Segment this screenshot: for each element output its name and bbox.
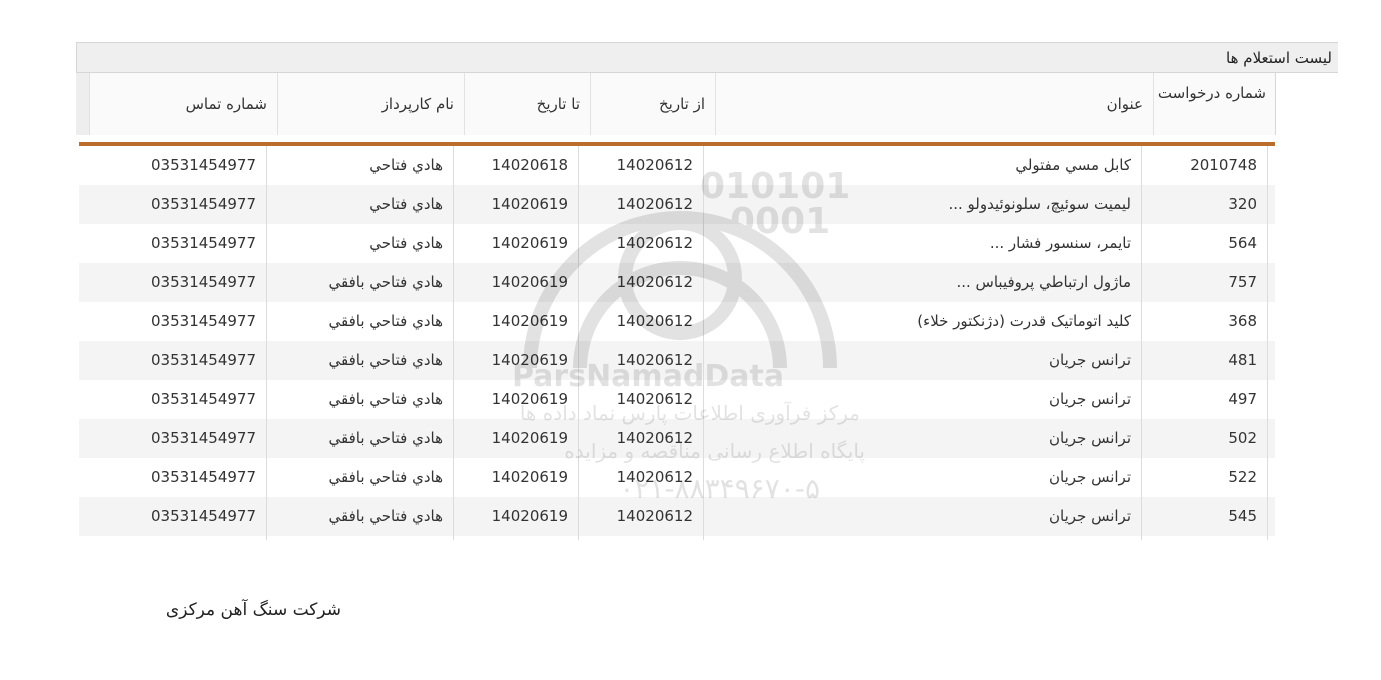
cell-request-no: 368 <box>1228 312 1257 330</box>
table-header: شماره تماس نام کارپرداز تا تاريخ از تاري… <box>76 73 1276 135</box>
cell-from-date: 14020612 <box>616 273 693 291</box>
cell-to-date: 14020618 <box>491 156 568 174</box>
column-divider <box>578 146 579 540</box>
cell-title: ترانس جريان <box>1049 429 1131 447</box>
column-divider <box>453 146 454 540</box>
cell-from-date: 14020612 <box>616 390 693 408</box>
cell-title: ترانس جريان <box>1049 507 1131 525</box>
cell-agent: هادي فتاحي بافقي <box>328 507 444 525</box>
cell-title: ترانس جريان <box>1049 351 1131 369</box>
cell-from-date: 14020612 <box>616 234 693 252</box>
cell-to-date: 14020619 <box>491 234 568 252</box>
cell-from-date: 14020612 <box>616 429 693 447</box>
table-body: 03531454977 هادي فتاحي 14020618 14020612 كاب… <box>79 146 1275 536</box>
panel-header: ليست استعلام ها <box>76 42 1338 73</box>
cell-agent: هادي فتاحي بافقي <box>328 312 444 330</box>
cell-to-date: 14020619 <box>491 390 568 408</box>
header-agent[interactable]: نام کارپرداز <box>277 73 464 135</box>
cell-request-no: 2010748 <box>1190 156 1257 174</box>
cell-from-date: 14020612 <box>616 468 693 486</box>
cell-title: كليد اتوماتيک قدرت (دژنكتور خلاء) <box>917 312 1131 330</box>
cell-title: ماژول ارتباطي پروفيباس ... <box>956 273 1131 291</box>
cell-contact: 03531454977 <box>151 468 256 486</box>
table-row[interactable]: 03531454977 هادي فتاحي 14020619 14020612 تاي… <box>79 224 1275 263</box>
cell-from-date: 14020612 <box>616 312 693 330</box>
cell-from-date: 14020612 <box>616 156 693 174</box>
table-row[interactable]: 03531454977 هادي فتاحي 14020618 14020612 كاب… <box>79 146 1275 185</box>
table-row[interactable]: 03531454977 هادي فتاحي بافقي 14020619 14020… <box>79 458 1275 497</box>
table-row[interactable]: 03531454977 هادي فتاحي بافقي 14020619 14020… <box>79 419 1275 458</box>
cell-from-date: 14020612 <box>616 351 693 369</box>
cell-contact: 03531454977 <box>151 312 256 330</box>
company-name: شرکت سنگ آهن مرکزی <box>165 600 341 620</box>
column-divider <box>703 146 704 540</box>
cell-contact: 03531454977 <box>151 156 256 174</box>
cell-contact: 03531454977 <box>151 429 256 447</box>
table-row[interactable]: 03531454977 هادي فتاحي بافقي 14020619 14020… <box>79 302 1275 341</box>
cell-agent: هادي فتاحي بافقي <box>328 273 444 291</box>
header-contact[interactable]: شماره تماس <box>89 73 277 135</box>
cell-request-no: 481 <box>1228 351 1257 369</box>
cell-agent: هادي فتاحي بافقي <box>328 429 444 447</box>
cell-to-date: 14020619 <box>491 429 568 447</box>
cell-request-no: 545 <box>1228 507 1257 525</box>
table-row[interactable]: 03531454977 هادي فتاحي بافقي 14020619 14020… <box>79 341 1275 380</box>
cell-contact: 03531454977 <box>151 234 256 252</box>
table-row[interactable]: 03531454977 هادي فتاحي بافقي 14020619 14020… <box>79 263 1275 302</box>
cell-agent: هادي فتاحي <box>369 156 443 174</box>
cell-contact: 03531454977 <box>151 273 256 291</box>
column-divider <box>1267 146 1268 540</box>
header-scroll-stub <box>76 73 89 135</box>
cell-request-no: 502 <box>1228 429 1257 447</box>
cell-title: تايمر، سنسور فشار ... <box>989 234 1131 252</box>
cell-title: كابل مسي مفتولي <box>1015 156 1131 174</box>
header-from-date[interactable]: از تاريخ <box>590 73 715 135</box>
cell-request-no: 564 <box>1228 234 1257 252</box>
cell-agent: هادي فتاحي <box>369 234 443 252</box>
cell-title: ترانس جريان <box>1049 390 1131 408</box>
cell-title: ترانس جريان <box>1049 468 1131 486</box>
cell-to-date: 14020619 <box>491 195 568 213</box>
header-to-date[interactable]: تا تاريخ <box>464 73 590 135</box>
cell-agent: هادي فتاحي بافقي <box>328 468 444 486</box>
table-row[interactable]: 03531454977 هادي فتاحي بافقي 14020619 14020… <box>79 380 1275 419</box>
header-title[interactable]: عنوان <box>715 73 1153 135</box>
cell-agent: هادي فتاحي بافقي <box>328 351 444 369</box>
cell-agent: هادي فتاحي بافقي <box>328 390 444 408</box>
column-divider <box>1141 146 1142 540</box>
header-request-no[interactable]: شماره درخواست <box>1153 73 1276 135</box>
cell-request-no: 757 <box>1228 273 1257 291</box>
cell-to-date: 14020619 <box>491 312 568 330</box>
cell-agent: هادي فتاحي <box>369 195 443 213</box>
cell-to-date: 14020619 <box>491 507 568 525</box>
cell-to-date: 14020619 <box>491 468 568 486</box>
cell-contact: 03531454977 <box>151 507 256 525</box>
column-divider <box>266 146 267 540</box>
cell-to-date: 14020619 <box>491 351 568 369</box>
cell-request-no: 522 <box>1228 468 1257 486</box>
table-row[interactable]: 03531454977 هادي فتاحي 14020619 14020612 ليم… <box>79 185 1275 224</box>
cell-from-date: 14020612 <box>616 507 693 525</box>
cell-title: ليميت سوئيچ، سلونوئيدولو ... <box>948 195 1131 213</box>
table-row[interactable]: 03531454977 هادي فتاحي بافقي 14020619 14020… <box>79 497 1275 536</box>
cell-contact: 03531454977 <box>151 195 256 213</box>
cell-contact: 03531454977 <box>151 351 256 369</box>
cell-from-date: 14020612 <box>616 195 693 213</box>
cell-request-no: 320 <box>1228 195 1257 213</box>
cell-to-date: 14020619 <box>491 273 568 291</box>
cell-contact: 03531454977 <box>151 390 256 408</box>
cell-request-no: 497 <box>1228 390 1257 408</box>
panel-title: ليست استعلام ها <box>1226 49 1332 67</box>
